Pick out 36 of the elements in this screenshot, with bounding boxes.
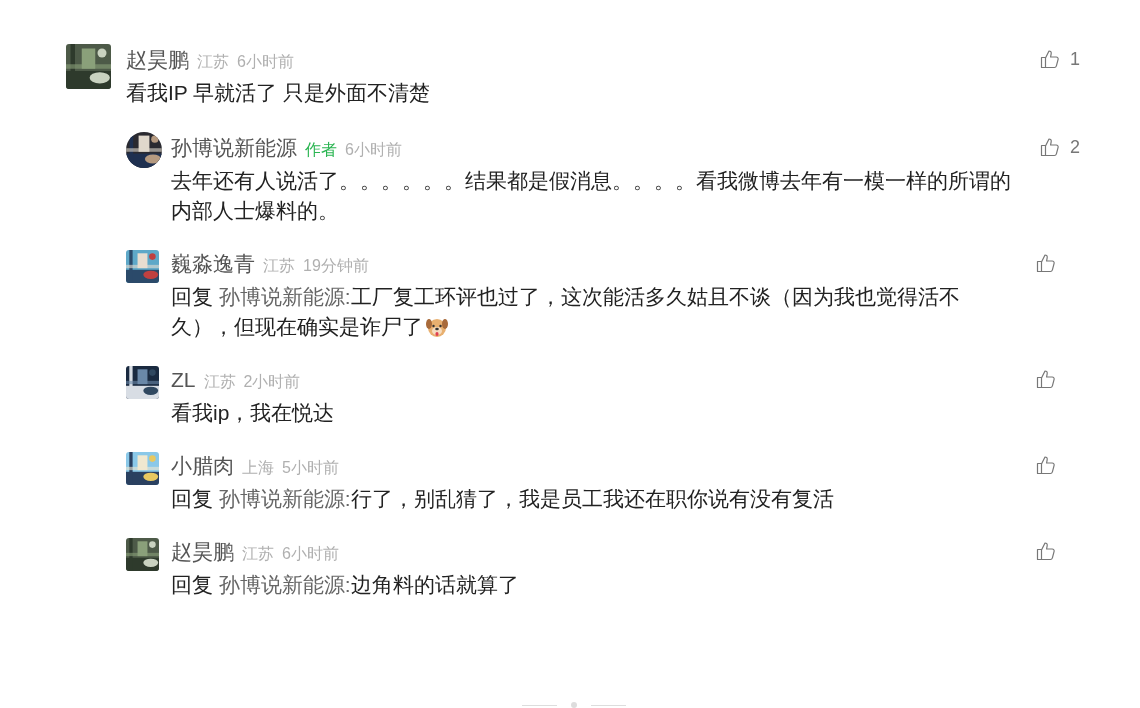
- mention-link[interactable]: 孙博说新能源:: [218, 487, 351, 510]
- timestamp: 19分钟前: [303, 256, 369, 276]
- user-name[interactable]: 赵昊鹏: [171, 536, 234, 568]
- user-name[interactable]: 孙博说新能源: [171, 132, 297, 164]
- timestamp: 2小时前: [243, 372, 301, 392]
- user-name[interactable]: ZL: [171, 364, 196, 396]
- mention-link[interactable]: 孙博说新能源:: [218, 573, 351, 596]
- user-name[interactable]: 赵昊鹏: [126, 44, 189, 76]
- location-text: 江苏: [203, 372, 236, 392]
- location-text: 江苏: [263, 256, 295, 276]
- timestamp: 6小时前: [237, 52, 294, 72]
- location-text: 江苏: [242, 544, 274, 564]
- timestamp: 6小时前: [345, 140, 402, 160]
- comment-text: 久），但现在确实是诈尸了: [171, 314, 423, 340]
- comment-text: 去年还有人说活了。。。。。。结果都是假消息。。。。看我微博去年有一模一样的所谓的 内部人士爆料的。: [171, 168, 1012, 224]
- comment-text: 看我IP 早就活了 只是外面不清楚: [126, 80, 432, 106]
- user-name[interactable]: 小腊肉: [171, 450, 234, 482]
- like-count: 2: [1070, 135, 1080, 159]
- mention-link[interactable]: 孙博说新能源:: [218, 285, 351, 308]
- like-icon[interactable]: [1040, 49, 1060, 69]
- like-count: 1: [1070, 47, 1080, 71]
- like-icon[interactable]: [1036, 369, 1056, 389]
- comment-text: 回复 孙博说新能源:边角料的话就算了: [171, 572, 520, 598]
- location-text: 江苏: [197, 52, 229, 72]
- timestamp: 5小时前: [282, 458, 339, 478]
- location-text: 上海: [242, 458, 274, 478]
- like-icon[interactable]: [1036, 253, 1056, 273]
- comment-text: 回复 孙博说新能源:工厂复工环评也过了，这次能活多久姑且不谈（因为我也觉得活不: [171, 284, 960, 310]
- comment-text: 回复 孙博说新能源:行了，别乱猜了，我是员工我还在职你说有没有复活: [171, 486, 835, 512]
- like-icon[interactable]: [1036, 455, 1056, 475]
- timestamp: 6小时前: [282, 544, 339, 564]
- user-name[interactable]: 巍淼逸青: [171, 248, 255, 280]
- comment-text: 看我ip，我在悦达: [171, 400, 336, 426]
- like-icon[interactable]: [1036, 541, 1056, 561]
- like-icon[interactable]: [1040, 137, 1060, 157]
- author-tag: 作者: [305, 138, 337, 162]
